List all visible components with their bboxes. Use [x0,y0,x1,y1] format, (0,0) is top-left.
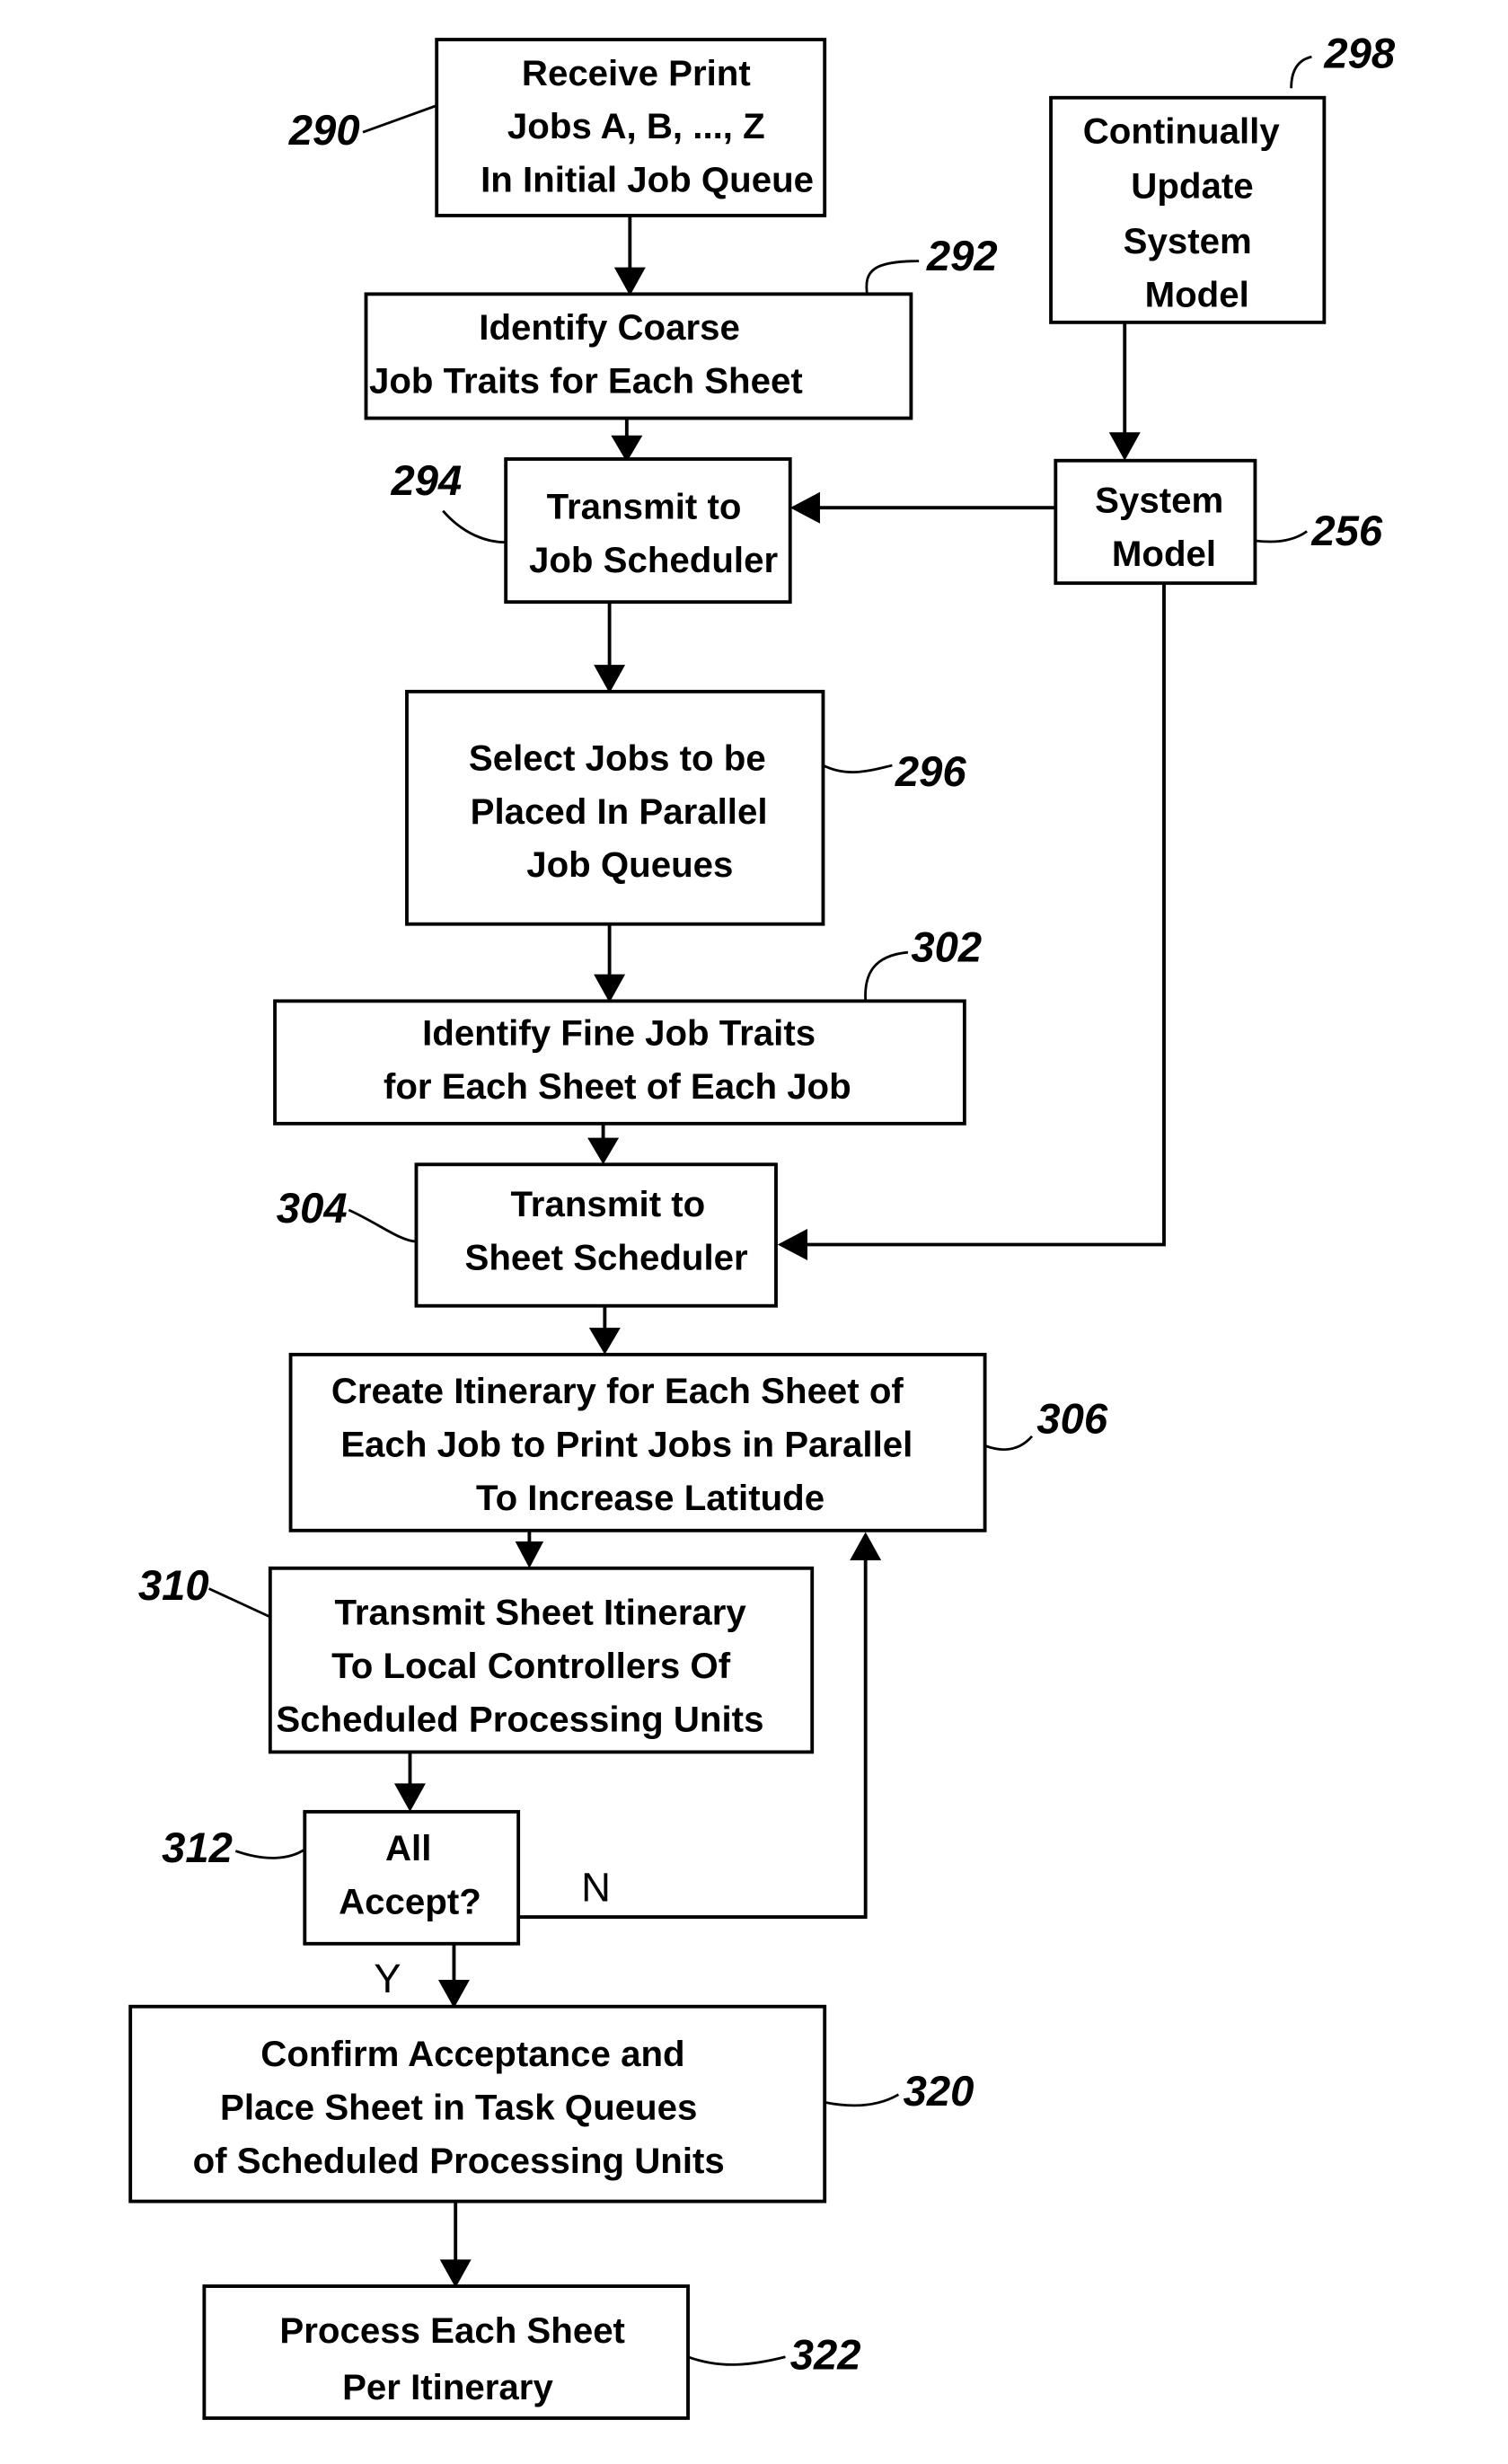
ref-312: 312 [162,1824,233,1872]
arrowhead-304-side [777,1229,807,1260]
ref-322: 322 [790,2332,861,2380]
node-302-line-1: Identify Fine Job Traits [422,1012,816,1053]
leader-310 [208,1587,271,1619]
arrowhead-306 [588,1328,621,1355]
arrowhead-256 [1108,432,1141,461]
node-320-line-1: Confirm Acceptance and [260,2034,684,2074]
node-296-line-1: Select Jobs to be [469,737,766,778]
leader-296 [822,764,893,774]
ref-306: 306 [1036,1395,1108,1443]
node-320-line-3: of Scheduled Processing Units [193,2141,725,2181]
leader-304 [348,1208,417,1243]
arrowhead-320 [437,1980,470,2009]
arrowhead-302 [594,974,626,1003]
ref-302: 302 [911,924,982,972]
node-298: Continually Update System Model [1049,95,1327,324]
ref-290: 290 [288,107,360,155]
node-322: Process Each Sheet Per Itinerary [202,2284,690,2420]
node-292-line-2: Job Traits for Each Sheet [369,361,803,402]
node-304-line-1: Transmit to [510,1184,705,1224]
node-310-line-2: To Local Controllers Of [331,1646,731,1686]
node-256-line-2: Model [1112,534,1216,574]
node-304-line-2: Sheet Scheduler [465,1237,749,1277]
node-306-line-2: Each Job to Print Jobs in Parallel [340,1425,913,1465]
leader-256 [1255,530,1308,543]
node-296: Select Jobs to be Placed In Parallel Job… [405,689,825,926]
node-298-line-2: Update [1131,166,1253,207]
node-322-line-1: Process Each Sheet [279,2310,625,2351]
node-290-line-3: In Initial Job Queue [481,160,814,200]
ref-294: 294 [390,457,462,505]
node-306-line-1: Create Itinerary for Each Sheet of [331,1371,904,1411]
node-312: All Accept? [303,1809,521,1946]
node-298-line-1: Continually [1083,110,1281,151]
node-294-line-1: Transmit to [547,486,742,526]
ref-298: 298 [1323,31,1396,78]
arrowhead-296 [594,665,626,693]
ref-256: 256 [1310,508,1383,555]
arrowhead-306-loop [850,1532,882,1561]
arrowhead-312 [393,1783,426,1812]
leader-312 [234,1848,306,1859]
node-290: Receive Print Jobs A, B, ..., Z In Initi… [435,38,827,217]
node-298-line-4: Model [1145,274,1249,314]
node-302: Identify Fine Job Traits for Each Sheet … [273,999,966,1126]
node-306: Create Itinerary for Each Sheet of Each … [288,1352,987,1532]
leader-292 [865,260,920,295]
ref-292: 292 [926,233,998,280]
leader-298 [1290,55,1312,89]
leader-306 [984,1435,1034,1451]
branch-label-no: N [581,1865,611,1911]
node-310-line-1: Transmit Sheet Itinerary [335,1593,747,1633]
leader-294 [442,509,507,544]
node-322-line-2: Per Itinerary [342,2367,553,2407]
edge-256-304 [804,583,1166,1247]
node-256-line-1: System [1095,480,1223,520]
ref-296: 296 [895,748,967,796]
leader-290 [362,104,437,134]
arrowhead-292 [613,267,646,296]
arrowhead-294-side [789,491,820,524]
node-290-line-2: Jobs A, B, ..., Z [507,106,765,146]
ref-304: 304 [277,1185,348,1232]
ref-320: 320 [904,2068,974,2115]
flowchart: Receive Print Jobs A, B, ..., Z In Initi… [128,31,1396,2420]
node-256: System Model [1054,458,1257,586]
arrowhead-310 [515,1541,544,1568]
node-306-line-3: To Increase Latitude [476,1478,825,1518]
node-296-line-2: Placed In Parallel [471,791,768,832]
node-294-line-2: Job Scheduler [529,540,778,580]
node-310: Transmit Sheet Itinerary To Local Contro… [268,1566,815,1754]
node-312-line-2: Accept? [339,1882,481,1922]
leader-302 [864,950,909,1002]
node-312-line-1: All [385,1828,431,1868]
node-294: Transmit to Job Scheduler [504,457,792,605]
leader-322 [687,2355,786,2366]
node-292: Identify Coarse Job Traits for Each Shee… [364,292,913,420]
node-320-line-2: Place Sheet in Task Queues [220,2088,697,2128]
node-310-line-3: Scheduled Processing Units [276,1700,763,1740]
node-298-line-3: System [1124,221,1252,261]
node-302-line-2: for Each Sheet of Each Job [384,1066,851,1107]
arrowhead-304 [587,1137,620,1165]
branch-label-yes: Y [374,1956,401,2001]
node-296-line-3: Job Queues [526,844,733,885]
node-290-line-1: Receive Print [522,53,751,93]
node-304: Transmit to Sheet Scheduler [414,1162,778,1308]
leader-320 [824,2093,900,2107]
node-292-line-1: Identify Coarse [479,307,740,348]
arrowhead-322 [439,2259,472,2288]
node-320: Confirm Acceptance and Place Sheet in Ta… [128,2004,827,2203]
ref-310: 310 [138,1562,209,1610]
